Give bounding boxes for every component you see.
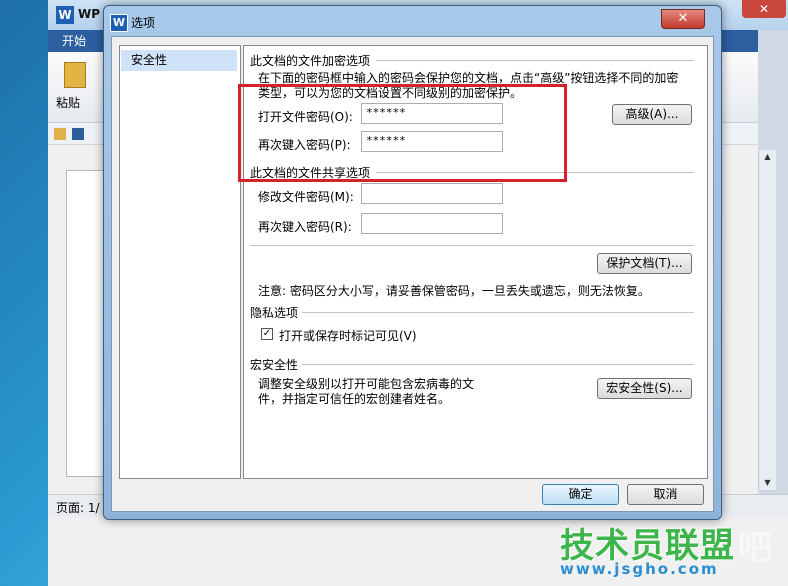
document-page[interactable] [66, 170, 108, 477]
dialog-app-icon: W [110, 14, 128, 32]
macro-section-title: 宏安全性 [250, 358, 299, 372]
paste-button[interactable]: 粘贴 [56, 94, 80, 111]
password-note: 注意: 密码区分大小写，请妥善保管密码，一旦丢失或遗忘，则无法恢复。 [258, 284, 650, 298]
advanced-button[interactable]: 高级(A)... [612, 104, 692, 125]
options-dialog: W 选项 ✕ 安全性 此文档的文件加密选项 在下面的密码框中输入的密码会保护您的… [103, 5, 722, 520]
watermark-suffix: 吧 [738, 528, 772, 568]
vertical-scrollbar[interactable]: ▲ ▼ [758, 150, 776, 490]
ok-button[interactable]: 确定 [542, 484, 619, 505]
nav-item-security[interactable]: 安全性 [121, 50, 237, 71]
background-title: WP [78, 7, 101, 21]
scroll-down-icon[interactable]: ▼ [759, 476, 776, 490]
open-folder-icon[interactable] [54, 128, 66, 140]
mark-visible-checkbox[interactable]: ✓ [261, 328, 273, 340]
confirm-modify-password-label: 再次键入密码(R): [258, 220, 352, 234]
macro-security-button[interactable]: 宏安全性(S)... [597, 378, 692, 399]
page-indicator: 页面: 1/ [56, 501, 100, 515]
macro-description-2: 件，并指定可信任的宏创建者姓名。 [258, 392, 451, 406]
annotation-highlight-box [238, 84, 567, 182]
divider [302, 364, 694, 365]
cancel-button[interactable]: 取消 [627, 484, 704, 505]
scroll-up-icon[interactable]: ▲ [759, 150, 776, 164]
confirm-modify-password-field[interactable] [361, 213, 503, 234]
privacy-section-title: 隐私选项 [250, 306, 299, 320]
site-watermark: 技术员联盟 吧 www.jsgho.com [560, 518, 788, 586]
encryption-section-title: 此文档的文件加密选项 [250, 54, 371, 68]
divider [302, 312, 694, 313]
dialog-title: 选项 [131, 16, 156, 30]
paste-icon[interactable] [64, 62, 86, 88]
modify-password-label: 修改文件密码(M): [258, 190, 354, 204]
watermark-url: www.jsgho.com [560, 560, 719, 578]
divider [250, 245, 694, 246]
wps-logo-icon: W [56, 6, 74, 24]
tab-home[interactable]: 开始 [54, 33, 94, 49]
protect-document-button[interactable]: 保护文档(T)... [597, 253, 692, 274]
save-icon[interactable] [72, 128, 84, 140]
mark-visible-label[interactable]: 打开或保存时标记可见(V) [279, 327, 417, 344]
dialog-close-button[interactable]: ✕ [661, 9, 705, 29]
divider [376, 60, 694, 61]
options-nav-list: 安全性 [119, 45, 241, 479]
background-close-button[interactable]: ✕ [742, 0, 786, 18]
modify-password-field[interactable] [361, 183, 503, 204]
